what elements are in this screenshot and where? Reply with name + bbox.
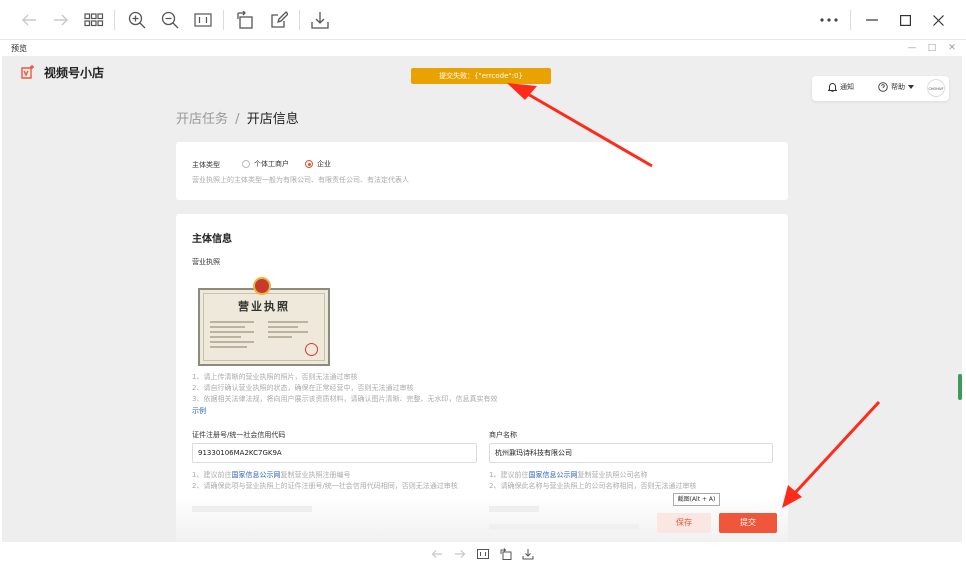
toolbar-divider (114, 10, 115, 30)
radio-enterprise[interactable]: 企业 (305, 159, 331, 169)
breadcrumb: 开店任务 / 开店信息 (176, 108, 299, 127)
breadcrumb-separator: / (235, 112, 240, 127)
reg-code-tip: 2、请确保此项与营业执照上的证件注册号/统一社会信用代码相同，否则无法通过审核 (192, 482, 458, 490)
section-title: 主体信息 (192, 234, 232, 245)
more-options-icon[interactable] (818, 9, 840, 31)
merchant-name-tips: 1、建议前往国家信息公示网复制营业执照公司名称 2、请确保此名称与营业执照上的公… (489, 470, 696, 492)
license-tips: 1、请上传清晰的营业执照的照片，否则无法通过审核 2、请自行确认营业执照的状态，… (192, 372, 497, 405)
submit-button[interactable]: 提交 (719, 513, 777, 533)
subject-type-label: 主体类型 (192, 161, 220, 169)
maximize-icon[interactable] (894, 9, 916, 31)
radio-circle (242, 160, 250, 168)
radio-circle-selected (305, 160, 313, 168)
example-link[interactable]: 示例 (192, 406, 206, 416)
license-tip: 1、请上传清晰的营业执照的照片，否则无法通过审核 (192, 373, 358, 381)
gsxt-link[interactable]: 国家信息公示网 (231, 471, 280, 479)
save-download-icon[interactable] (309, 9, 331, 31)
toolbar-divider (223, 10, 224, 30)
reg-code-tips: 1、建议前往国家信息公示网复制营业执照注册编号 2、请确保此项与营业执照上的证件… (192, 470, 458, 492)
next-page-icon[interactable] (453, 547, 467, 561)
subject-type-card: 主体类型 个体工商户 企业 营业执照上的主体类型一般为有限公司、有限责任公司、有… (176, 142, 788, 200)
avatar[interactable]: CHOHUF (927, 79, 945, 97)
reg-code-tip: 1、建议前往国家信息公示网复制营业执照注册编号 (192, 471, 351, 479)
license-heading: 营业执照 (238, 300, 290, 313)
download-icon[interactable] (521, 547, 535, 561)
subject-type-hint: 营业执照上的主体类型一般为有限公司、有限责任公司、有法定代表人 (192, 176, 409, 184)
screenshot-tooltip: 截图(Alt + A) (673, 493, 720, 506)
national-emblem-icon (253, 277, 271, 295)
radio-enterprise-label: 企业 (317, 160, 331, 168)
radio-individual-label: 个体工商户 (254, 160, 289, 168)
close-icon[interactable] (927, 9, 949, 31)
prev-page-icon[interactable] (430, 547, 444, 561)
help-label: 帮助 (891, 83, 905, 91)
app-name: 视频号小店 (44, 65, 105, 80)
forward-arrow-icon[interactable] (50, 9, 72, 31)
window-maximize-icon[interactable]: □ (925, 41, 939, 55)
window-close-icon[interactable]: ✕ (945, 41, 959, 55)
scrollbar-thumb[interactable] (958, 374, 962, 400)
window-title: 预览 (11, 44, 27, 53)
rotate-icon[interactable] (234, 9, 256, 31)
minimize-icon[interactable] (861, 9, 883, 31)
notice-label: 通知 (840, 83, 854, 91)
app-brand: 视频号小店 (20, 62, 104, 82)
actual-size-icon[interactable] (192, 9, 214, 31)
rotate-icon[interactable] (499, 547, 513, 561)
license-text-lines (210, 318, 254, 358)
viewer-toolbar (0, 0, 966, 40)
merchant-name-tip: 2、请确保此名称与营业执照上的公司名称相同，否则无法通过审核 (489, 482, 697, 490)
back-arrow-icon[interactable] (18, 9, 40, 31)
license-label: 营业执照 (192, 258, 220, 266)
merchant-name-tip: 1、建议前往国家信息公示网复制营业执照公司名称 (489, 471, 648, 479)
license-text-lines-right (268, 318, 308, 348)
chevron-down-icon (908, 85, 914, 89)
grid-view-icon[interactable] (83, 9, 105, 31)
zoom-out-icon[interactable] (159, 9, 181, 31)
license-seal (305, 343, 318, 356)
help-icon (878, 82, 888, 92)
merchant-name-input[interactable]: 杭州鼐玛诗科技有限公司 (489, 443, 773, 463)
action-bar-backdrop (2, 496, 962, 542)
app-area: 视频号小店 提交失败：{"errcode":0} 通知 帮助 CHOHUF 开店… (2, 56, 962, 542)
license-tip: 3、依据相关法律法规，将向用户展示该资质材料，请确认图片清晰、完整、无水印，信息… (192, 395, 498, 403)
actual-size-icon[interactable] (476, 547, 490, 561)
help-button[interactable]: 帮助 (878, 82, 914, 92)
viewer-bottom-bar (0, 542, 966, 568)
license-tip: 2、请自行确认营业执照的状态，确保在正常经营中，否则无法通过审核 (192, 384, 414, 392)
merchant-name-label: 商户名称 (489, 431, 517, 439)
reg-code-label: 证件注册号/统一社会信用代码 (192, 431, 286, 439)
breadcrumb-current: 开店信息 (246, 112, 299, 127)
license-image[interactable]: 营业执照 (196, 274, 332, 367)
gsxt-link[interactable]: 国家信息公示网 (528, 471, 577, 479)
preview-window-titlebar: 预览 — □ ✕ (0, 40, 966, 56)
edit-icon[interactable] (268, 9, 290, 31)
zoom-in-icon[interactable] (126, 9, 148, 31)
error-toast: 提交失败：{"errcode":0} (411, 68, 551, 84)
header-controls: 通知 帮助 CHOHUF (812, 76, 949, 101)
license-frame: 营业执照 (198, 288, 330, 366)
bell-icon (828, 82, 837, 92)
notice-button[interactable]: 通知 (828, 82, 854, 92)
save-button[interactable]: 保存 (657, 513, 711, 533)
window-minimize-icon[interactable]: — (905, 41, 919, 55)
reg-code-input[interactable]: 91330106MA2KC7GK9A (192, 443, 477, 463)
radio-individual[interactable]: 个体工商户 (242, 159, 289, 169)
breadcrumb-parent[interactable]: 开店任务 (176, 112, 228, 127)
toolbar-divider (850, 10, 851, 30)
toolbar-divider (299, 10, 300, 30)
shop-logo-icon (20, 64, 36, 80)
